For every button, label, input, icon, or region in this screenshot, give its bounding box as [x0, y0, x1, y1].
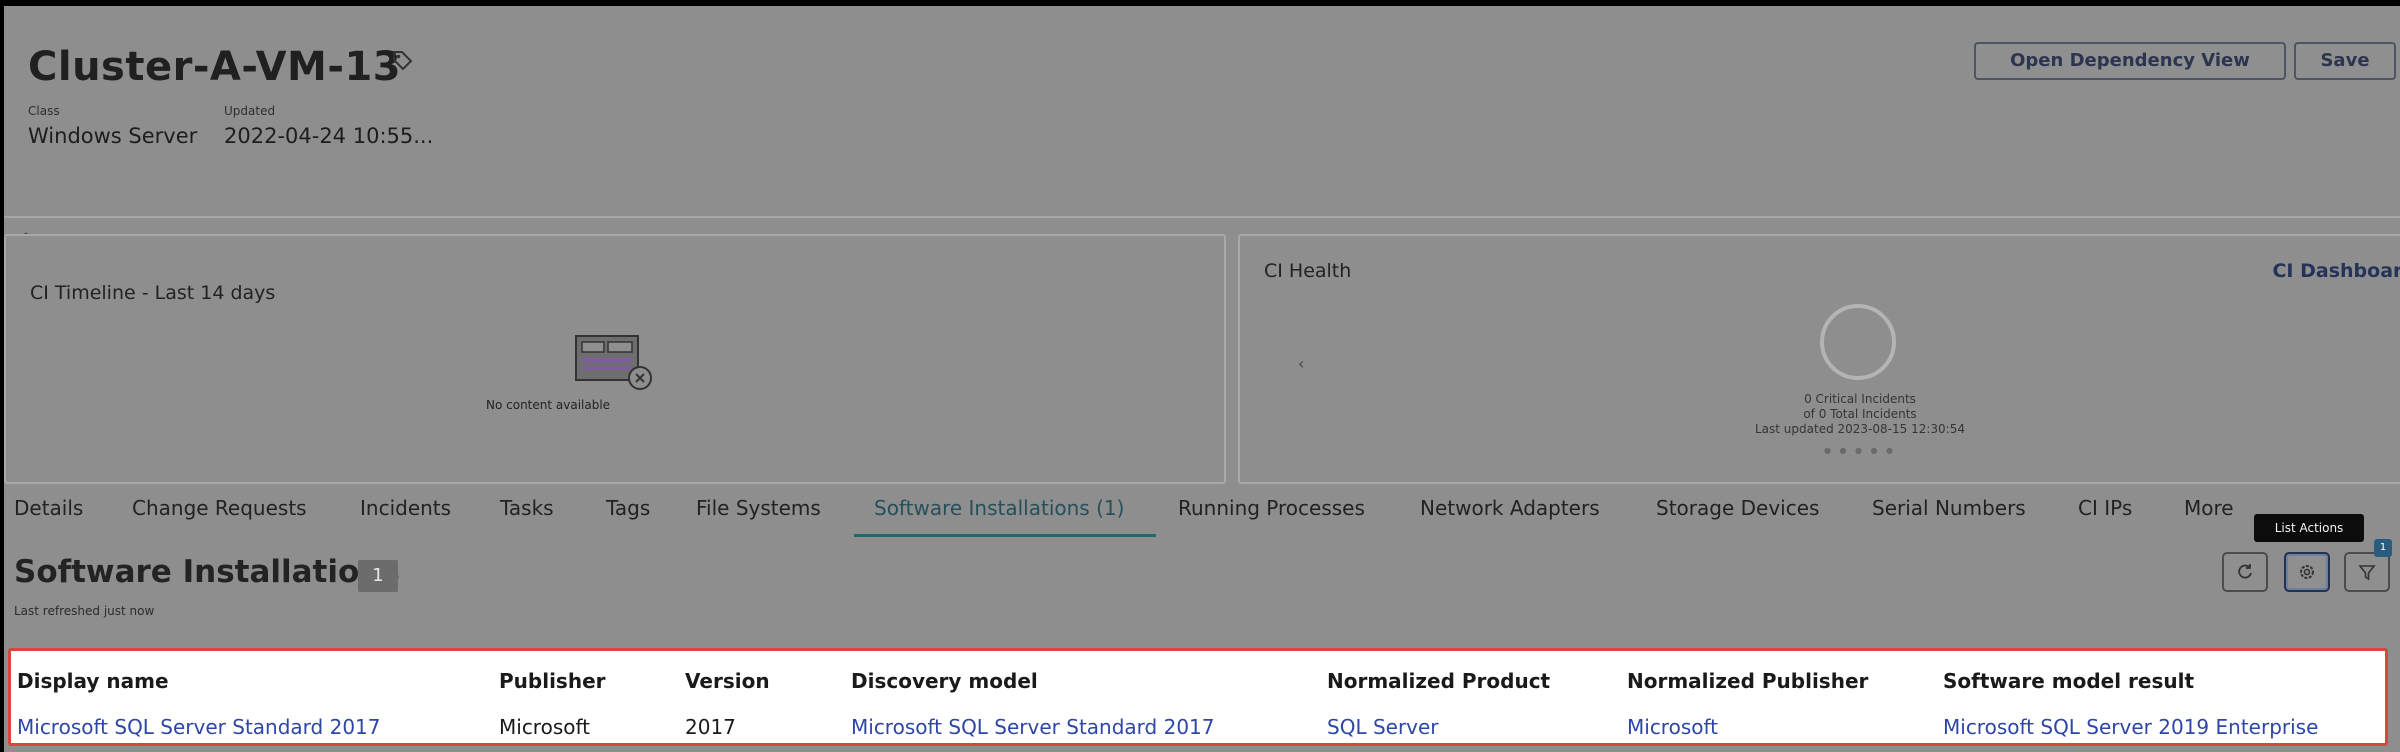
tab-tasks[interactable]: Tasks — [500, 496, 554, 520]
last-refreshed-text: Last refreshed just now — [14, 604, 155, 618]
column-header[interactable]: Discovery model — [851, 669, 1038, 693]
tab-running-processes[interactable]: Running Processes — [1178, 496, 1365, 520]
discovery-model-link[interactable]: Microsoft SQL Server Standard 2017 — [851, 715, 1215, 739]
record-title: Cluster-A-VM-13 — [28, 44, 402, 90]
tab-change-requests[interactable]: Change Requests — [132, 496, 307, 520]
refresh-button[interactable] — [2222, 552, 2268, 592]
carousel-dots[interactable]: ● ● ● ● ● — [1820, 446, 1900, 455]
ci-timeline-title: CI Timeline - Last 14 days — [30, 282, 276, 304]
filter-icon — [2358, 565, 2376, 581]
class-value: Windows Server — [28, 124, 198, 148]
column-header[interactable]: Normalized Publisher — [1627, 669, 1868, 693]
updated-value: 2022-04-24 10:55... — [224, 124, 434, 148]
tab-details[interactable]: Details — [14, 496, 83, 520]
column-header[interactable]: Normalized Product — [1327, 669, 1550, 693]
tab-software-installations[interactable]: Software Installations (1) — [874, 496, 1124, 520]
active-tab-indicator — [854, 534, 1156, 537]
chevron-left-icon[interactable]: ‹ — [1298, 354, 1304, 373]
software-installations-table: Display name Publisher Version Discovery… — [8, 648, 2388, 746]
ci-health-panel: CI Health CI Dashboard ‹ 0 Critical Inci… — [1238, 234, 2400, 484]
tab-ci-ips[interactable]: CI IPs — [2078, 496, 2132, 520]
ci-dashboard-link[interactable]: CI Dashboard — [2272, 260, 2400, 282]
tab-file-systems[interactable]: File Systems — [696, 496, 821, 520]
tag-icon[interactable] — [388, 46, 416, 74]
list-actions-tooltip: List Actions — [2254, 514, 2364, 542]
empty-table-icon — [574, 334, 654, 398]
tab-bar: Details Change Requests Incidents Tasks … — [4, 496, 2400, 536]
empty-state-text: No content available — [486, 398, 611, 412]
health-ring-chart — [1820, 304, 1896, 380]
class-label: Class — [28, 104, 60, 118]
section-title: Software Installations — [14, 554, 400, 590]
divider — [4, 216, 2400, 218]
ci-timeline-panel: CI Timeline - Last 14 days No content av… — [4, 234, 1226, 484]
column-header[interactable]: Software model result — [1943, 669, 2194, 693]
refresh-icon — [2238, 564, 2252, 579]
normalized-product-link[interactable]: SQL Server — [1327, 715, 1439, 739]
tab-network-adapters[interactable]: Network Adapters — [1420, 496, 1600, 520]
tab-tags[interactable]: Tags — [606, 496, 650, 520]
tab-serial-numbers[interactable]: Serial Numbers — [1872, 496, 2026, 520]
column-header[interactable]: Display name — [17, 669, 169, 693]
filter-count-badge: 1 — [2374, 539, 2392, 557]
gear-icon — [2300, 565, 2314, 579]
record-page: Cluster-A-VM-13 Class Updated Windows Se… — [4, 6, 2400, 752]
table-cell-version: 2017 — [685, 715, 736, 739]
software-model-result-link[interactable]: Microsoft SQL Server 2019 Enterprise — [1943, 715, 2318, 739]
table-cell-publisher: Microsoft — [499, 715, 591, 739]
normalized-publisher-link[interactable]: Microsoft — [1627, 715, 1718, 739]
total-incidents-text: of 0 Total Incidents — [1803, 407, 1917, 421]
list-actions-button[interactable] — [2284, 552, 2330, 592]
tab-incidents[interactable]: Incidents — [360, 496, 451, 520]
column-header[interactable]: Version — [685, 669, 770, 693]
ci-health-title: CI Health — [1264, 260, 1352, 282]
open-dependency-view-button[interactable]: Open Dependency View — [1974, 42, 2286, 80]
save-button[interactable]: Save — [2294, 42, 2396, 80]
health-last-updated: Last updated 2023-08-15 12:30:54 — [1755, 422, 1965, 436]
filter-button[interactable] — [2344, 552, 2390, 592]
updated-label: Updated — [224, 104, 276, 118]
column-header[interactable]: Publisher — [499, 669, 606, 693]
tab-more[interactable]: More — [2184, 496, 2234, 520]
count-badge: 1 — [358, 560, 398, 592]
tab-storage-devices[interactable]: Storage Devices — [1656, 496, 1819, 520]
critical-incidents-text: 0 Critical Incidents — [1804, 392, 1916, 406]
display-name-link[interactable]: Microsoft SQL Server Standard 2017 — [17, 715, 381, 739]
